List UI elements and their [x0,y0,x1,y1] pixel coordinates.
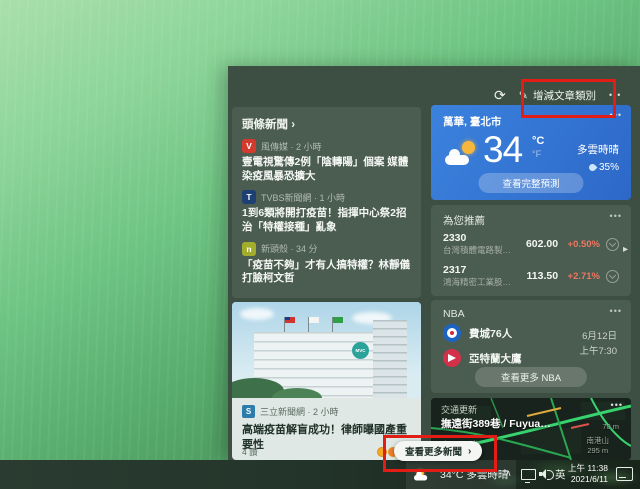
pencil-icon: ✎ [519,89,528,102]
green-flag [333,317,343,323]
source-logo-setn: S [242,405,255,418]
taskbar-weather-widget[interactable]: 34°C 多雲時晴 [406,460,516,489]
source-logo-tvbs: T [242,190,256,204]
speaker-icon[interactable] [539,468,553,480]
source-meta: 風傳媒 · 2 小時 [261,140,322,153]
see-more-news-button[interactable]: 查看更多新聞 › [394,441,482,461]
stock-change: +0.50% [558,239,600,250]
source-meta: 新頭殼 · 34 分 [261,242,318,255]
taskbar-weather-temp: 34°C [440,469,463,481]
edit-categories-button[interactable]: ✎ 增減文章類別 [519,88,596,103]
roc-flag [285,317,295,323]
weather-temperature: 34 [483,131,522,168]
taskbar-clock[interactable]: 上午 11:38 2021/6/11 [562,463,608,485]
hawks-logo-icon [443,349,461,367]
source-logo-newtalk: n [242,242,256,256]
stock-price: 602.00 [513,238,558,250]
tray-overflow-chevron-icon[interactable]: ∧ [505,468,512,479]
stocks-header: 為您推薦 [443,213,485,228]
nba-card: NBA ••• 費城76人 亞特蘭大鷹 6月12日 上午7:30 查看更多 NB… [431,300,631,393]
weather-condition: 多雲時晴 [577,142,619,157]
unit-celsius-toggle[interactable]: °C [532,136,544,147]
team-name: 亞特蘭大鷹 [469,351,522,366]
headline-news-card: 頭條新聞 › V 風傳媒 · 2 小時 壹電視驚傳2例「陰轉陽」個案 媒體染疫風… [232,107,421,298]
stocks-more-icon[interactable]: ••• [610,212,622,221]
network-icon[interactable] [521,469,536,480]
source-meta: 三立新聞網 · 2 小時 [260,405,339,418]
sixers-logo-icon [443,324,461,342]
traffic-road: 撫遠街389巷 / Fuyua… [441,416,551,431]
source-logo-storm: V [242,139,256,153]
white-flag [309,317,319,323]
sun-cloud-icon [445,141,477,165]
stock-row[interactable]: 2330 台灣積體電路製… 602.00 +0.50% [443,231,619,257]
stock-change: +2.71% [558,271,600,282]
clock-date: 2021/6/11 [562,474,608,485]
see-full-forecast-button[interactable]: 查看完整預測 [478,173,583,193]
see-more-nba-button[interactable]: 查看更多 NBA [475,367,587,387]
weather-location: 萬華, 臺北市 [443,114,501,129]
nba-matchup-team[interactable]: 費城76人 [443,324,512,342]
article-card[interactable]: MVC S 三立新聞網 · 2 小時 高端疫苗解盲成功！律師曝國產重要性 4 讚… [232,302,421,460]
stock-row[interactable]: 2317 鴻海精密工業股… 113.50 +2.71% [443,263,619,289]
nba-more-icon[interactable]: ••• [610,307,622,316]
precipitation-value: 35% [599,162,619,173]
stock-name: 鴻海精密工業股… [443,276,513,288]
team-name: 費城76人 [469,326,512,341]
headline-card-header[interactable]: 頭條新聞 › [242,116,411,132]
news-title[interactable]: 壹電視驚傳2例「陰轉陽」個案 媒體染疫風暴恐擴大 [242,156,411,183]
carousel-next-icon[interactable]: ▸ [623,244,628,255]
traffic-more-icon[interactable]: ••• [611,401,623,410]
watchlist-chevron-icon[interactable] [606,238,619,251]
article-photo: MVC [232,302,421,398]
sun-cloud-icon [414,469,425,480]
unit-fahrenheit-toggle[interactable]: °F [532,150,544,159]
stock-name: 台灣積體電路製… [443,244,513,256]
emoji-icon [377,447,387,457]
action-center-icon[interactable] [616,467,633,481]
traffic-label: 交通更新 [441,403,477,416]
edit-categories-label: 增減文章類別 [533,88,596,103]
stocks-card: 為您推薦 ••• 2330 台灣積體電路製… 602.00 +0.50% 231… [431,205,631,296]
reaction-bar: 4 讚 12 [242,446,411,458]
flyout-more-icon[interactable]: ••• [609,91,621,100]
map-label: 70 m [602,422,619,431]
source-meta: TVBS新聞網 · 1 小時 [261,191,345,204]
like-count[interactable]: 4 讚 [242,446,258,458]
stock-symbol: 2330 [443,232,513,244]
mvc-logo: MVC [352,342,369,359]
map-label: 南港山 295 m [587,436,610,456]
clock-time: 上午 11:38 [562,463,608,474]
watchlist-chevron-icon[interactable] [606,270,619,283]
stock-price: 113.50 [513,270,558,282]
see-more-news-label: 查看更多新聞 [405,444,462,458]
news-item[interactable]: V 風傳媒 · 2 小時 壹電視驚傳2例「陰轉陽」個案 媒體染疫風暴恐擴大 [242,139,411,183]
news-item[interactable]: n 新頭殼 · 34 分 「疫苗不夠」才有人搞特權？林靜儀打臉柯文哲 [242,242,411,286]
chevron-right-icon: › [468,446,471,457]
game-datetime: 6月12日 上午7:30 [580,330,618,359]
news-title[interactable]: 「疫苗不夠」才有人搞特權？林靜儀打臉柯文哲 [242,259,411,286]
nba-header: NBA [443,308,465,320]
flyout-toolbar: ⟳ ✎ 增減文章類別 ••• [494,84,621,106]
taskbar-weather-condition: 多雲時晴 [466,469,508,481]
weather-card[interactable]: 萬華, 臺北市 ••• 34 °C °F 多雲時晴 35% 查看完整預測 [431,105,631,200]
droplet-icon [588,163,598,173]
nba-matchup-team[interactable]: 亞特蘭大鷹 [443,349,522,367]
news-item[interactable]: T TVBS新聞網 · 1 小時 1到6類將開打疫苗！指揮中心祭2招治「特權接種… [242,190,411,234]
chevron-right-icon: › [291,119,295,131]
building-tower [373,320,407,398]
weather-more-icon[interactable]: ••• [610,111,622,120]
stock-symbol: 2317 [443,264,513,276]
news-title[interactable]: 1到6類將開打疫苗！指揮中心祭2招治「特權接種」亂象 [242,207,411,234]
headline-header-label: 頭條新聞 [242,119,288,131]
refresh-icon[interactable]: ⟳ [494,88,506,102]
